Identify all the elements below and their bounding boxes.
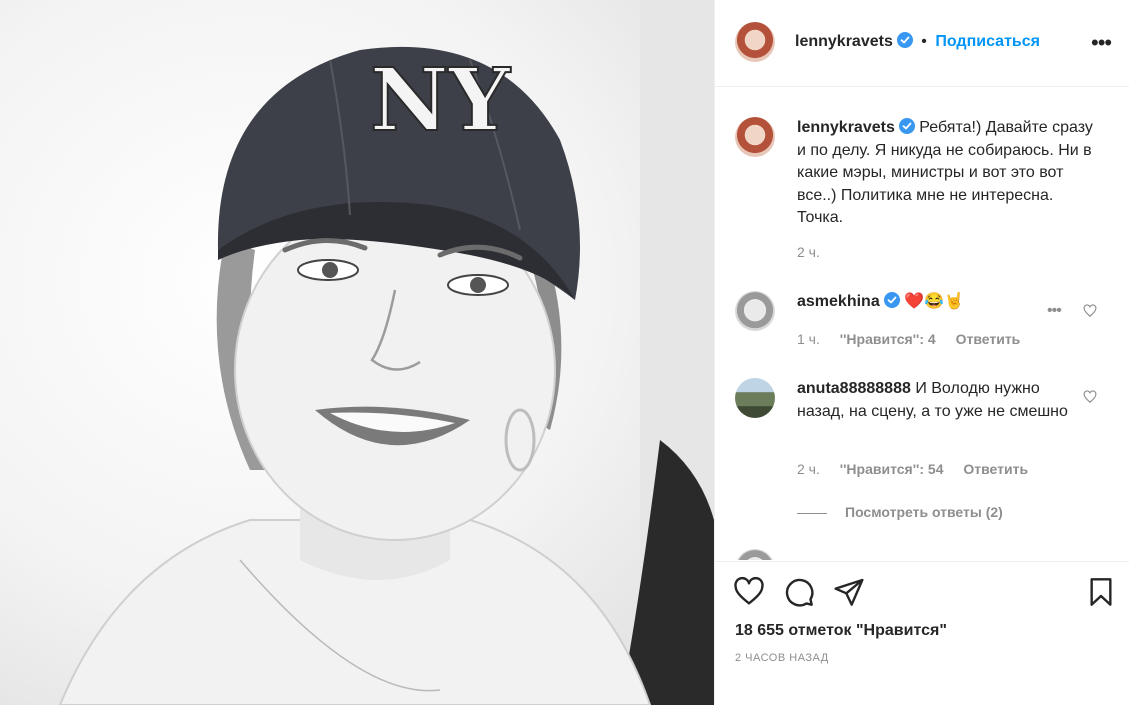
author-avatar[interactable] bbox=[735, 22, 775, 62]
heart-icon[interactable] bbox=[733, 576, 765, 608]
verified-badge-icon bbox=[898, 118, 915, 134]
verified-badge-icon bbox=[896, 32, 913, 48]
comment-like-heart-icon[interactable] bbox=[1083, 390, 1097, 404]
comment-likes[interactable]: ''Нравится'': 54 bbox=[840, 461, 944, 477]
likes-count[interactable]: 18 655 отметок "Нравится" bbox=[735, 622, 947, 640]
reply-button[interactable]: Ответить bbox=[963, 461, 1028, 477]
comment-like-heart-icon[interactable] bbox=[1083, 304, 1097, 318]
comment-avatar[interactable] bbox=[735, 378, 775, 418]
comment-text: ❤️😂🤘 bbox=[904, 293, 964, 310]
comment-avatar[interactable] bbox=[735, 549, 775, 560]
comment-author[interactable]: anuta88888888 bbox=[797, 380, 911, 397]
verified-badge-icon bbox=[883, 292, 900, 308]
replies-divider bbox=[797, 512, 827, 514]
caption-avatar[interactable] bbox=[735, 117, 775, 157]
comment-avatar[interactable] bbox=[735, 291, 775, 331]
header-separator: • bbox=[921, 33, 927, 50]
follow-button[interactable]: Подписаться bbox=[935, 33, 1040, 50]
view-replies-label[interactable]: Посмотреть ответы (2) bbox=[845, 504, 1003, 520]
cap-logo: NY bbox=[370, 50, 512, 151]
caption-time: 2 ч. bbox=[797, 244, 820, 260]
post-side-panel: lennykravets • Подписаться ••• lennykrav… bbox=[714, 0, 1129, 705]
comment-item: asmekhina ❤️😂🤘 bbox=[797, 291, 1047, 314]
portrait-illustration: NY bbox=[58, 0, 714, 705]
comments-list[interactable]: lennykravets Ребята!) Давайте сразу и по… bbox=[715, 87, 1129, 560]
post-photo[interactable]: NY bbox=[0, 0, 714, 705]
comment-time: 2 ч. bbox=[797, 461, 820, 477]
view-replies-button[interactable]: Посмотреть ответы (2) bbox=[797, 504, 1003, 520]
comment-meta: 2 ч. ''Нравится'': 54 Ответить bbox=[797, 461, 1044, 477]
caption-block: lennykravets Ребята!) Давайте сразу и по… bbox=[797, 117, 1097, 230]
comment-author[interactable]: asmekhina bbox=[797, 293, 880, 310]
comment-meta: 1 ч. ''Нравится'': 4 Ответить bbox=[797, 331, 1036, 347]
reply-button[interactable]: Ответить bbox=[956, 331, 1021, 347]
post-header: lennykravets • Подписаться ••• bbox=[715, 0, 1129, 87]
bookmark-icon[interactable] bbox=[1085, 576, 1117, 608]
comment-time: 1 ч. bbox=[797, 331, 820, 347]
more-options-icon[interactable]: ••• bbox=[1091, 32, 1112, 54]
share-icon[interactable] bbox=[833, 576, 865, 608]
comment-item: anuta88888888 И Володю нужно назад, на с… bbox=[797, 378, 1077, 423]
header-author-row: lennykravets • Подписаться bbox=[795, 32, 1040, 51]
comment-more-icon[interactable]: ••• bbox=[1047, 302, 1062, 320]
author-username[interactable]: lennykravets bbox=[795, 33, 893, 50]
comment-icon[interactable] bbox=[783, 576, 815, 608]
post-actions: 18 655 отметок "Нравится" 2 ЧАСОВ НАЗАД bbox=[715, 561, 1129, 706]
comment-likes[interactable]: ''Нравится'': 4 bbox=[840, 331, 936, 347]
post-time[interactable]: 2 ЧАСОВ НАЗАД bbox=[735, 652, 829, 664]
caption-author[interactable]: lennykravets bbox=[797, 119, 895, 136]
caption-meta: 2 ч. bbox=[797, 244, 836, 260]
